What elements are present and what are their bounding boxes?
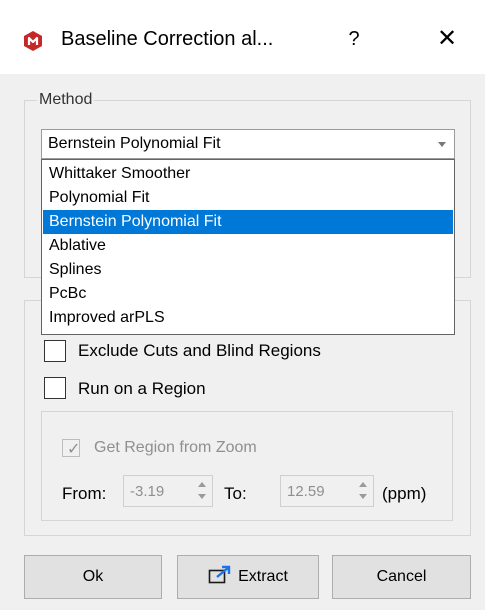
extract-button-label: Extract — [238, 568, 288, 585]
region-box — [41, 411, 453, 521]
extract-icon — [208, 565, 231, 584]
method-combo[interactable]: Bernstein Polynomial Fit — [41, 129, 455, 159]
chevron-down-icon — [438, 142, 446, 147]
exclude-cuts-label: Exclude Cuts and Blind Regions — [78, 341, 321, 360]
window-title: Baseline Correction al... — [61, 28, 274, 50]
method-combo-value: Bernstein Polynomial Fit — [48, 135, 221, 152]
from-spinbox[interactable]: -3.19 — [123, 475, 213, 507]
close-button[interactable]: ✕ — [432, 24, 462, 54]
spin-up-icon[interactable] — [198, 482, 206, 487]
baseline-correction-dialog: Baseline Correction al... ? ✕ Method Ber… — [0, 0, 485, 610]
get-region-from-zoom-label: Get Region from Zoom — [94, 439, 257, 456]
unit-label: (ppm) — [382, 484, 427, 503]
checkmark-icon: ✓ — [67, 441, 81, 458]
run-on-region-checkbox[interactable] — [44, 377, 66, 399]
exclude-cuts-checkbox[interactable] — [44, 340, 66, 362]
from-value: -3.19 — [130, 483, 165, 500]
extract-button[interactable]: Extract — [177, 555, 319, 599]
to-value: 12.59 — [287, 483, 325, 500]
spin-arrows-icon[interactable] — [357, 479, 369, 503]
title-bar[interactable]: Baseline Correction al... ? ✕ — [0, 0, 485, 74]
method-group-legend: Method — [37, 91, 95, 109]
dropdown-item-ablative[interactable]: Ablative — [43, 234, 453, 258]
get-region-from-zoom-checkbox[interactable]: ✓ — [62, 439, 81, 458]
dropdown-item-improved-arpls[interactable]: Improved arPLS — [43, 306, 453, 330]
spin-up-icon[interactable] — [359, 482, 367, 487]
to-spinbox[interactable]: 12.59 — [280, 475, 374, 507]
dropdown-item-polynomial-fit[interactable]: Polynomial Fit — [43, 186, 453, 210]
method-dropdown-list: Whittaker Smoother Polynomial Fit Bernst… — [41, 159, 455, 335]
ok-button-label: Ok — [82, 568, 104, 585]
cancel-button[interactable]: Cancel — [332, 555, 471, 599]
dropdown-item-pcbc[interactable]: PcBc — [43, 282, 453, 306]
dropdown-item-splines[interactable]: Splines — [43, 258, 453, 282]
to-label: To: — [224, 484, 247, 503]
ok-button[interactable]: Ok — [24, 555, 162, 599]
dropdown-item-bernstein-polynomial-fit[interactable]: Bernstein Polynomial Fit — [43, 210, 453, 234]
mestrenova-logo-icon — [24, 31, 42, 51]
from-label: From: — [62, 484, 107, 503]
help-button[interactable]: ? — [340, 24, 368, 54]
cancel-button-label: Cancel — [376, 568, 427, 585]
spin-arrows-icon[interactable] — [196, 479, 208, 503]
spin-down-icon[interactable] — [359, 494, 367, 499]
run-on-region-label: Run on a Region — [78, 379, 206, 398]
dropdown-item-whittaker-smoother[interactable]: Whittaker Smoother — [43, 162, 453, 186]
spin-down-icon[interactable] — [198, 494, 206, 499]
